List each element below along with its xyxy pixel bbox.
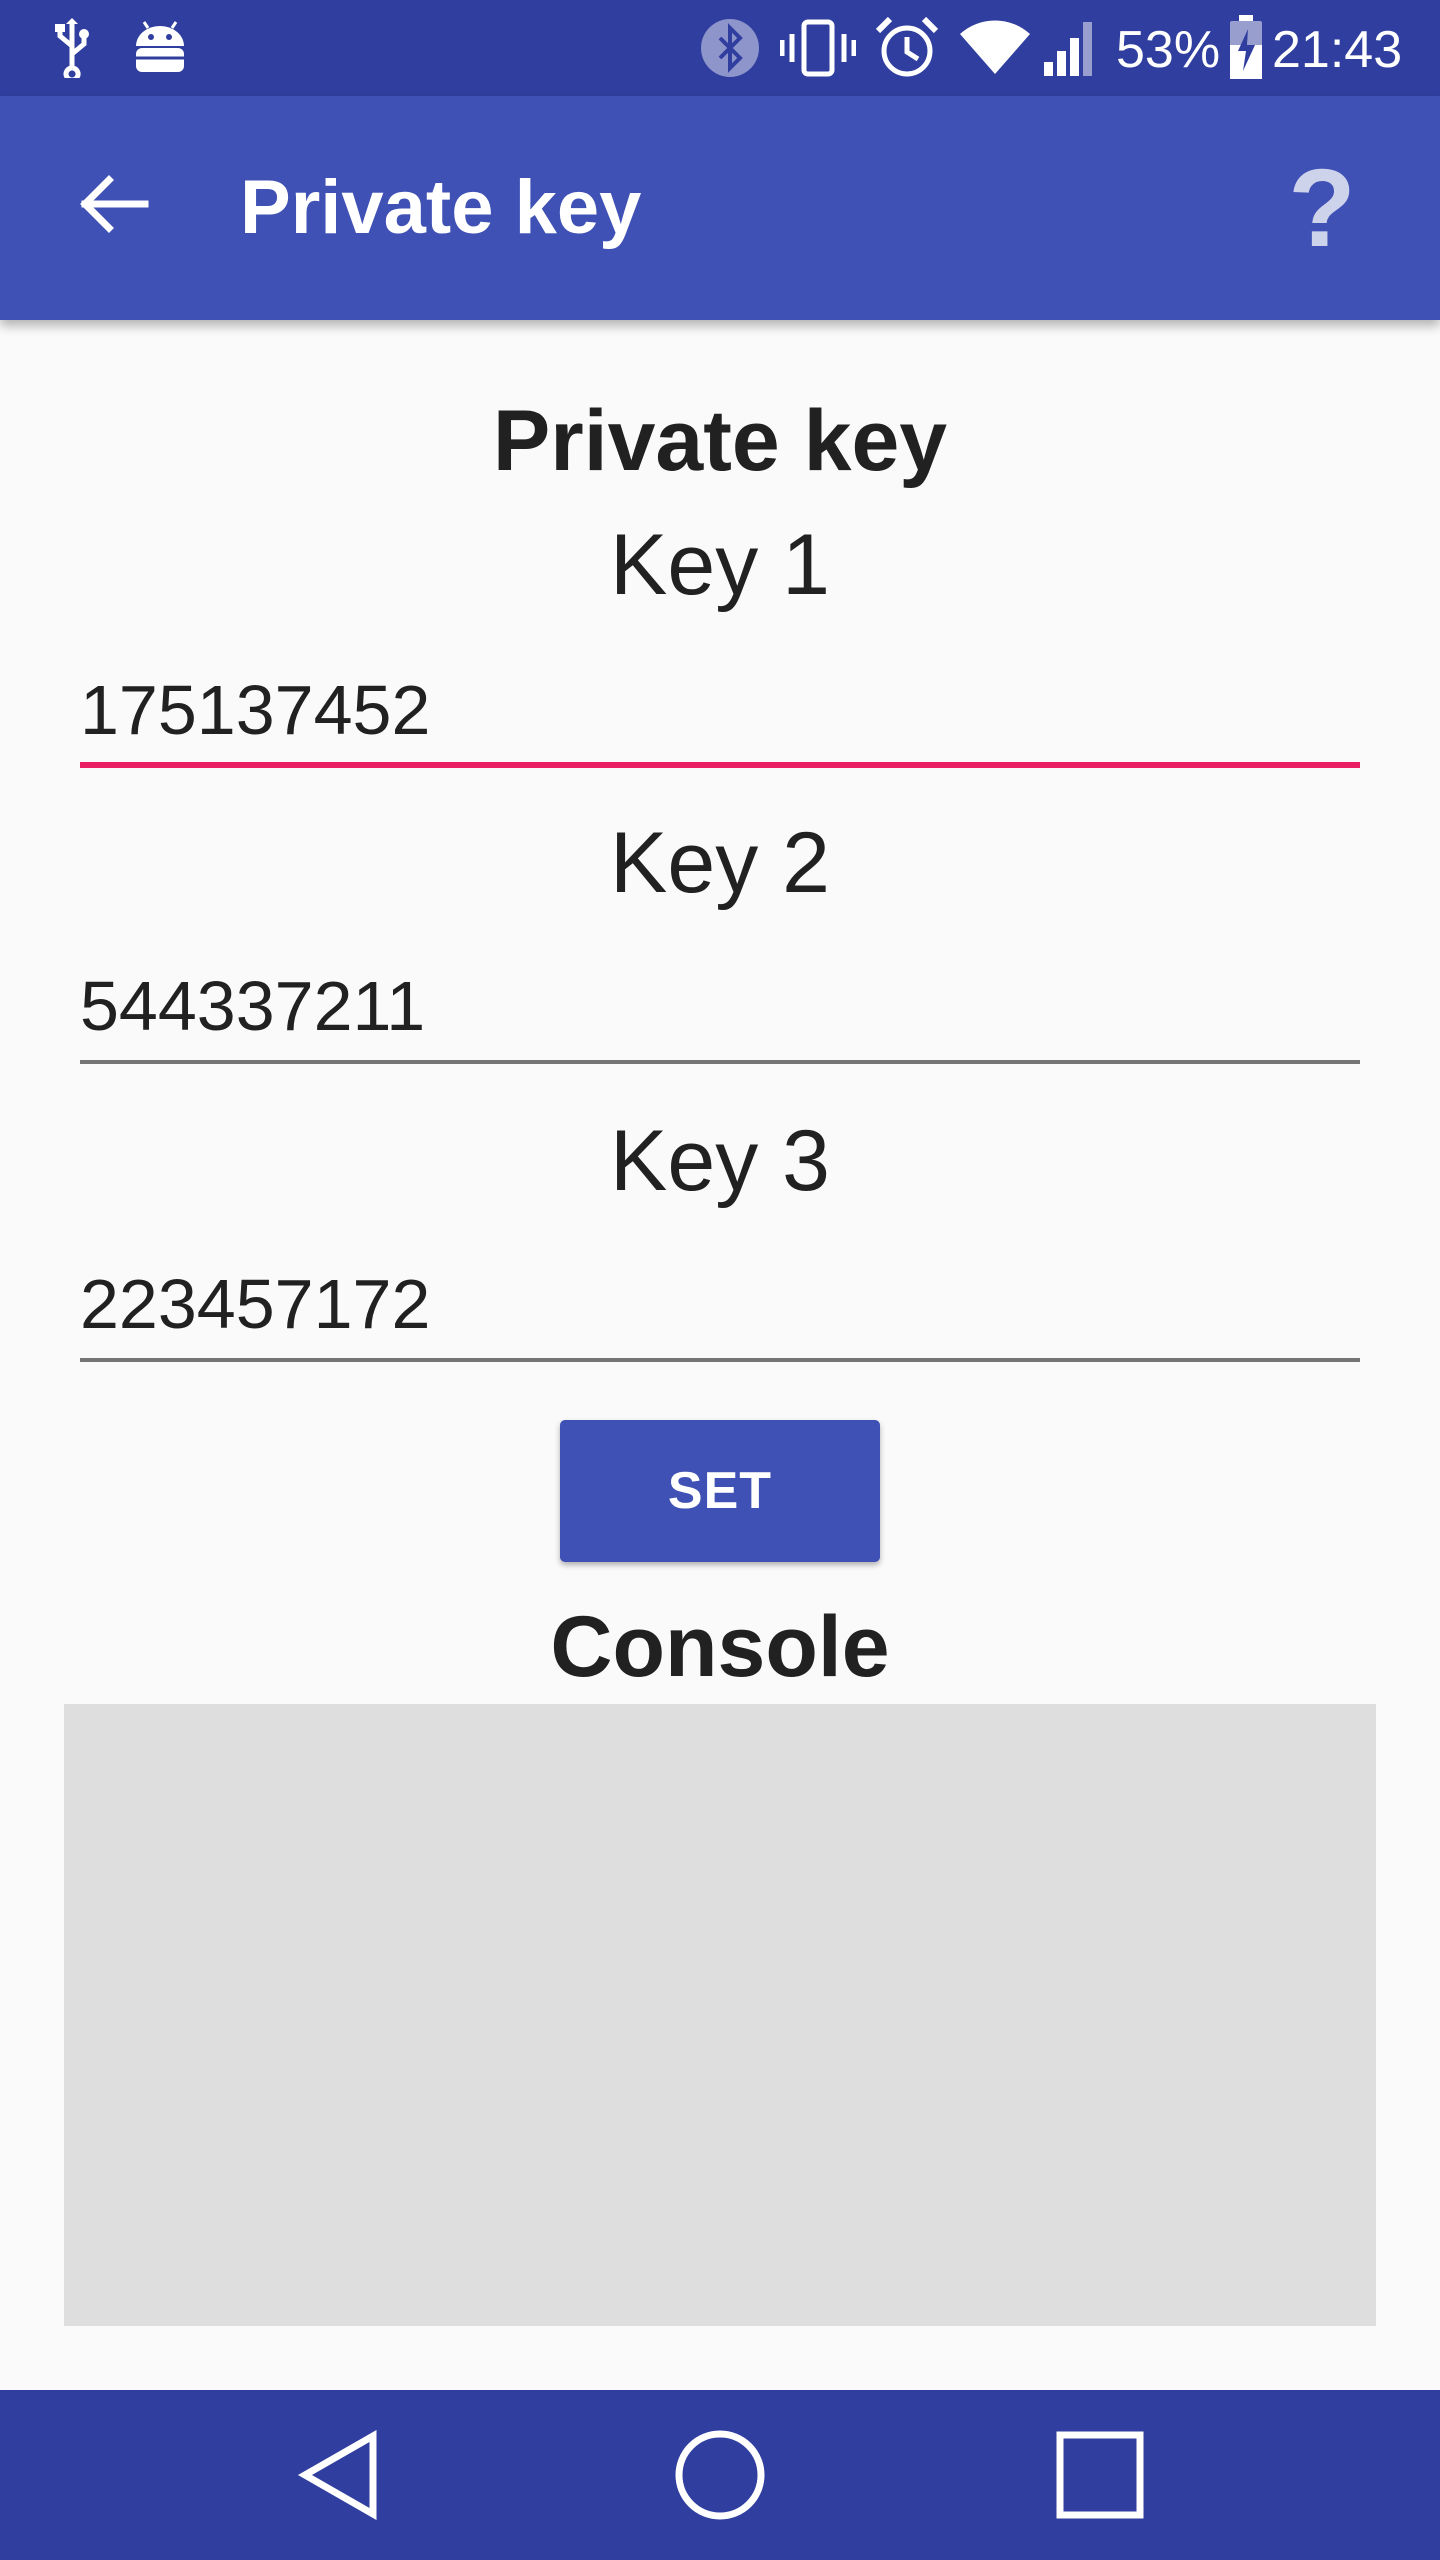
back-arrow-icon[interactable] xyxy=(64,154,164,254)
key-3-underline xyxy=(80,1358,1360,1362)
console-output[interactable] xyxy=(64,1704,1376,2326)
nav-home-icon[interactable] xyxy=(620,2390,820,2560)
nav-recents-icon[interactable] xyxy=(1000,2390,1200,2560)
bluetooth-icon xyxy=(700,0,760,96)
set-button[interactable]: SET xyxy=(560,1420,880,1562)
key-1-field[interactable] xyxy=(80,660,1360,760)
battery-charging-icon xyxy=(1226,0,1266,96)
app-bar-title: Private key xyxy=(240,165,642,250)
navigation-bar xyxy=(0,2390,1440,2560)
key-2-underline xyxy=(80,1060,1360,1064)
wifi-icon xyxy=(960,0,1030,96)
key-2-field[interactable] xyxy=(80,956,1360,1056)
help-icon[interactable]: ? xyxy=(1262,154,1382,264)
console-heading: Console xyxy=(550,1599,890,1695)
key-1-underline xyxy=(80,762,1360,768)
key-3-field[interactable] xyxy=(80,1254,1360,1354)
key-1-label: Key 1 xyxy=(610,517,830,613)
android-debug-icon xyxy=(128,0,192,96)
battery-percent: 53% xyxy=(1116,21,1221,79)
usb-icon xyxy=(50,0,94,96)
key-2-label: Key 2 xyxy=(610,815,830,911)
alarm-icon xyxy=(874,0,940,96)
nav-back-icon[interactable] xyxy=(240,2390,440,2560)
vibrate-icon xyxy=(780,0,856,96)
clock: 21:43 xyxy=(1272,21,1403,79)
page-heading: Private key xyxy=(492,393,948,489)
app-bar: Private key ? xyxy=(0,96,1440,320)
cell-signal-icon xyxy=(1040,0,1100,96)
status-bar: 53% 21:43 xyxy=(0,0,1440,96)
key-3-label: Key 3 xyxy=(610,1113,830,1209)
